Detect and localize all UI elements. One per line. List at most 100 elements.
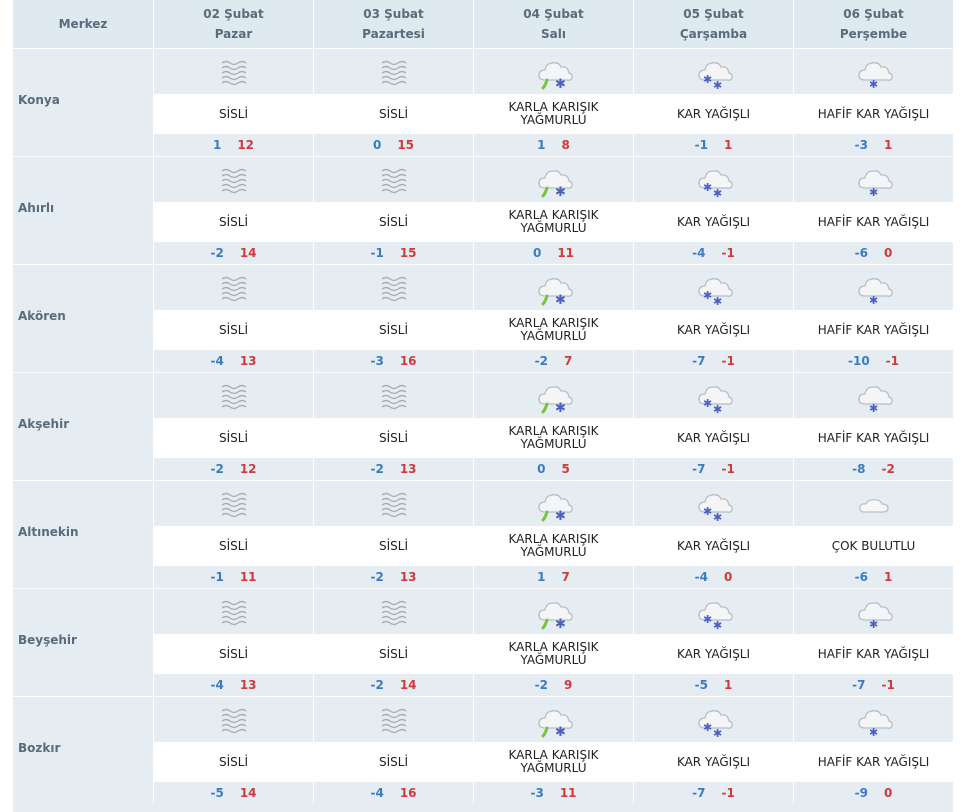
weather-description: KARLA KARIŞIK YAĞMURLU <box>474 742 633 782</box>
svg-text:✱: ✱ <box>713 79 722 90</box>
max-temperature: -2 <box>881 462 895 476</box>
max-temperature: 14 <box>239 246 257 260</box>
temperature-range: 0 11 <box>474 242 633 264</box>
fog-icon <box>154 697 313 742</box>
forecast-cell: SİSLİ -3 16 <box>313 265 473 372</box>
day-weekday: Pazar <box>214 27 253 41</box>
max-temperature: -1 <box>885 354 900 368</box>
max-temperature: 11 <box>239 570 257 584</box>
forecast-table: Merkez 02 Şubat Pazar 03 Şubat Pazartesi… <box>13 0 953 805</box>
svg-text:✱: ✱ <box>869 726 878 738</box>
temperature-range: -4 13 <box>154 350 313 372</box>
day-weekday: Salı <box>541 27 566 41</box>
weather-description: SİSLİ <box>154 634 313 674</box>
fog-icon <box>154 49 313 94</box>
max-temperature: 14 <box>399 678 417 692</box>
forecast-cell: ✱ ✱ KAR YAĞIŞLI -4 -1 <box>633 157 793 264</box>
temperature-range: -4 16 <box>314 782 473 804</box>
location-row: Bozkır SİSLİ -5 14 SİSLİ -4 16 ✱ KARLA KARIŞIK Y… <box>13 697 953 805</box>
day-date: 03 Şubat <box>363 7 424 21</box>
svg-text:✱: ✱ <box>713 727 722 738</box>
fog-icon <box>314 49 473 94</box>
temperature-range: -4 -1 <box>634 242 793 264</box>
forecast-cell: SİSLİ -2 14 <box>153 157 313 264</box>
location-row: Beyşehir SİSLİ -4 13 SİSLİ -2 14 ✱ KARLA KARIŞIK… <box>13 589 953 697</box>
weather-description: SİSLİ <box>314 634 473 674</box>
min-temperature: -4 <box>210 678 224 692</box>
temperature-range: -8 -2 <box>794 458 953 480</box>
light-snow-icon: ✱ <box>794 265 953 310</box>
forecast-cell: ✱ ✱ KAR YAĞIŞLI -7 -1 <box>633 265 793 372</box>
weather-description: KARLA KARIŞIK YAĞMURLU <box>474 634 633 674</box>
temperature-range: -6 1 <box>794 566 953 588</box>
min-temperature: -2 <box>210 246 224 260</box>
snow-icon: ✱ ✱ <box>634 589 793 634</box>
min-temperature: 0 <box>537 462 546 476</box>
max-temperature: 13 <box>239 678 257 692</box>
svg-text:✱: ✱ <box>713 295 722 306</box>
day-date: 05 Şubat <box>683 7 744 21</box>
min-temperature: -2 <box>534 354 548 368</box>
forecast-cell: ✱ ✱ KAR YAĞIŞLI -1 1 <box>633 49 793 156</box>
forecast-cell: ✱ KARLA KARIŞIK YAĞMURLU -2 7 <box>473 265 633 372</box>
svg-text:✱: ✱ <box>713 187 722 198</box>
svg-text:✱: ✱ <box>703 505 712 518</box>
max-temperature: 11 <box>559 786 577 800</box>
weather-description: KARLA KARIŞIK YAĞMURLU <box>474 94 633 134</box>
svg-text:✱: ✱ <box>555 185 566 198</box>
svg-text:✱: ✱ <box>869 186 878 198</box>
temperature-range: -5 14 <box>154 782 313 804</box>
temperature-range: 05 <box>474 458 633 480</box>
weather-description: SİSLİ <box>314 202 473 242</box>
location-name: Akören <box>13 265 153 372</box>
weather-description: HAFİF KAR YAĞIŞLI <box>794 634 953 674</box>
min-temperature: 1 <box>537 138 546 152</box>
svg-text:✱: ✱ <box>555 77 566 90</box>
max-temperature: 16 <box>399 354 417 368</box>
min-temperature: -5 <box>210 786 224 800</box>
weather-description: HAFİF KAR YAĞIŞLI <box>794 742 953 782</box>
weather-description: KARLA KARIŞIK YAĞMURLU <box>474 310 633 350</box>
forecast-cell: ✱ HAFİF KAR YAĞIŞLI -10 -1 <box>793 265 953 372</box>
svg-text:✱: ✱ <box>713 511 722 522</box>
forecast-cell: ✱ KARLA KARIŞIK YAĞMURLU 0 5 <box>473 373 633 480</box>
forecast-cell: ✱ KARLA KARIŞIK YAĞMURLU 1 7 <box>473 481 633 588</box>
min-temperature: -1 <box>210 570 224 584</box>
day-date: 06 Şubat <box>843 7 904 21</box>
location-name: Akşehir <box>13 373 153 480</box>
min-temperature: 1 <box>537 570 546 584</box>
forecast-cell: ✱ HAFİF KAR YAĞIŞLI -6 0 <box>793 157 953 264</box>
svg-text:✱: ✱ <box>869 78 878 90</box>
temperature-range: -9 0 <box>794 782 953 804</box>
day-weekday: Çarşamba <box>679 27 748 41</box>
table-header: Merkez 02 Şubat Pazar 03 Şubat Pazartesi… <box>13 0 953 49</box>
min-temperature: -6 <box>854 246 868 260</box>
min-temperature: -2 <box>370 462 384 476</box>
temperature-range: -10 -1 <box>794 350 953 372</box>
weather-description: HAFİF KAR YAĞIŞLI <box>794 418 953 458</box>
weather-description: SİSLİ <box>154 310 313 350</box>
forecast-rows: Konya SİSLİ 1 12 SİSLİ 0 15 ✱ KARLA KARIŞIK YAĞM… <box>13 49 953 805</box>
svg-text:✱: ✱ <box>703 73 712 86</box>
temperature-range: -2 14 <box>314 674 473 696</box>
weather-description: KARLA KARIŞIK YAĞMURLU <box>474 526 633 566</box>
max-temperature: -1 <box>721 246 735 260</box>
temperature-range: 1 12 <box>154 134 313 156</box>
weather-description: SİSLİ <box>154 526 313 566</box>
fog-icon <box>154 481 313 526</box>
max-temperature: 12 <box>239 462 257 476</box>
max-temperature: 0 <box>883 786 893 800</box>
forecast-cell: ✱ KARLA KARIŞIK YAĞMURLU -2 9 <box>473 589 633 696</box>
max-temperature: 12 <box>237 138 255 152</box>
max-temperature: -1 <box>721 354 735 368</box>
day-column-header: 04 Şubat Salı <box>473 0 633 48</box>
light-snow-icon: ✱ <box>794 373 953 418</box>
svg-text:✱: ✱ <box>555 401 566 414</box>
weather-description: SİSLİ <box>314 310 473 350</box>
forecast-cell: SİSLİ -1 15 <box>313 157 473 264</box>
weather-description: HAFİF KAR YAĞIŞLI <box>794 202 953 242</box>
weather-description: KAR YAĞIŞLI <box>634 94 793 134</box>
svg-text:✱: ✱ <box>869 618 878 630</box>
sleet-icon: ✱ <box>474 697 633 742</box>
max-temperature: 9 <box>563 678 573 692</box>
